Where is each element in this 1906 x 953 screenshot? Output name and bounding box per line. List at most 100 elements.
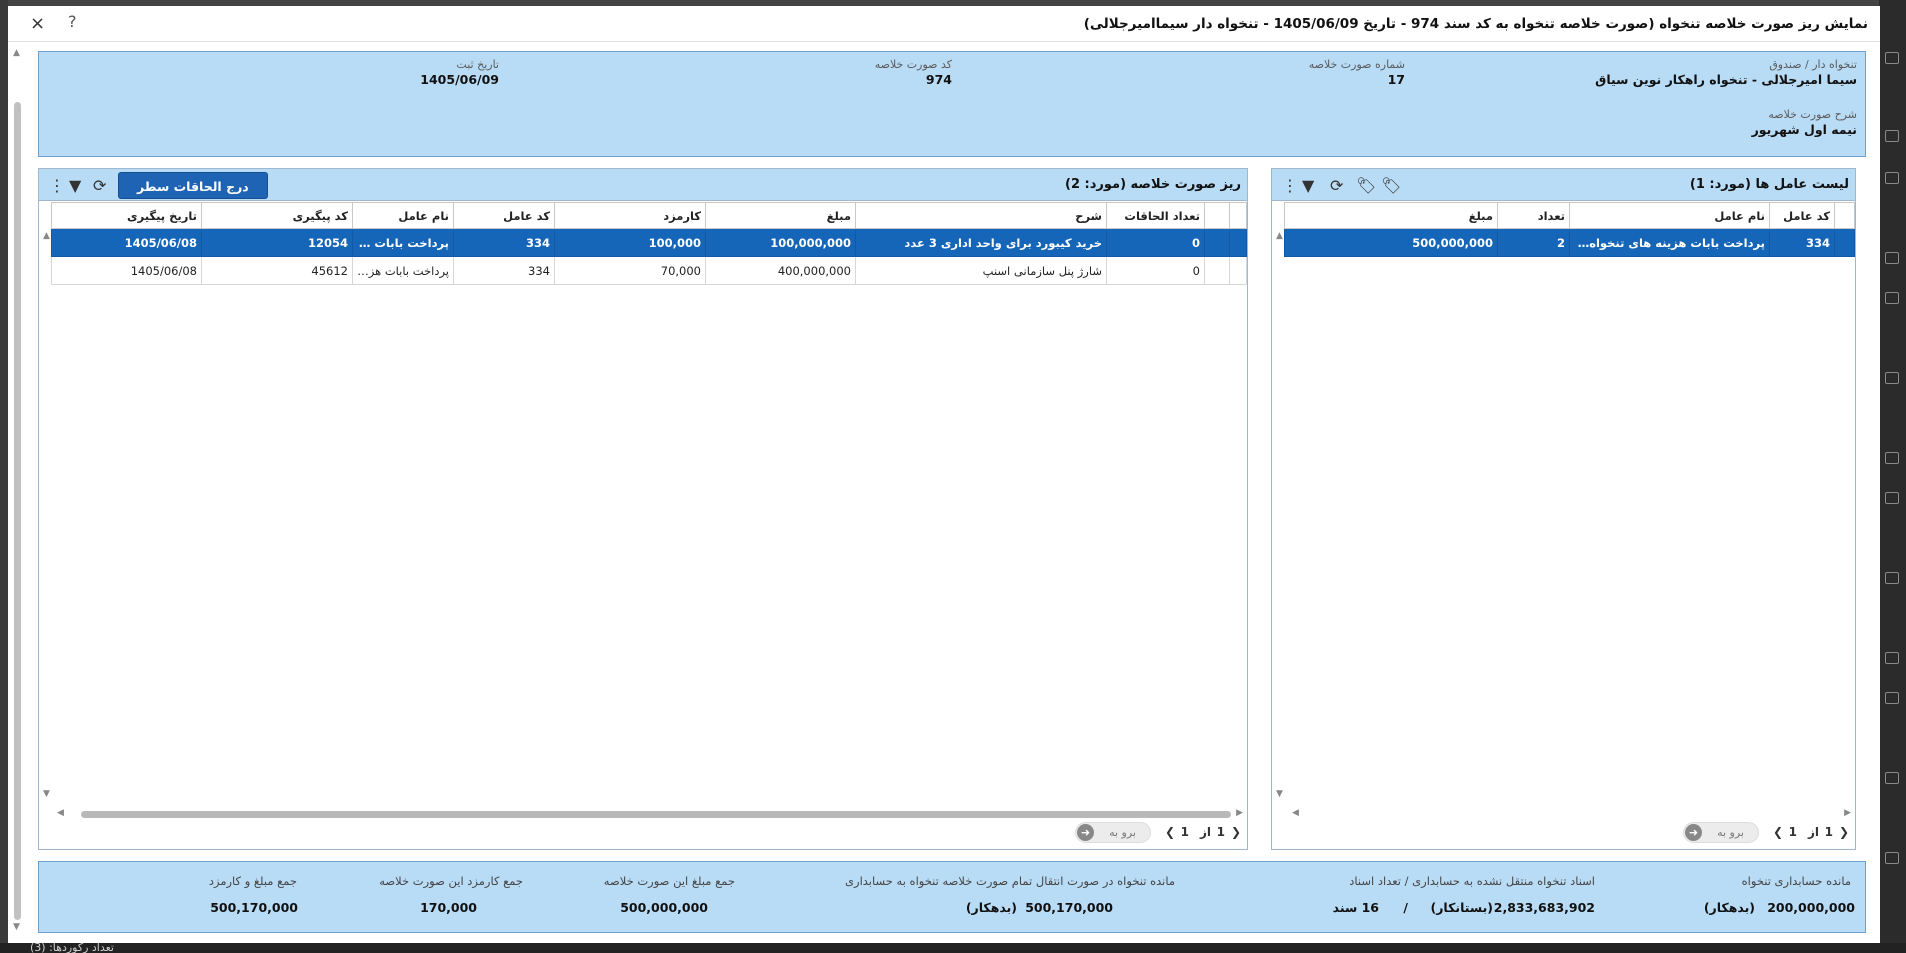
close-icon[interactable]: × <box>30 13 45 34</box>
insert-attachments-button[interactable]: درج الحاقات سطر <box>118 172 268 199</box>
count-cell[interactable]: 2 <box>1497 228 1570 257</box>
app-icon <box>1885 292 1899 304</box>
table-scroll-up-icon[interactable]: ▲ <box>43 231 50 241</box>
next-page-icon[interactable]: ❮ <box>1231 825 1241 839</box>
row-selector[interactable] <box>1229 228 1247 257</box>
help-icon[interactable]: ? <box>68 12 77 31</box>
tankhah-label: تنخواه دار / صندوق <box>1769 58 1857 71</box>
description-cell[interactable]: خرید کیبورد برای واحد اداری 3 عدد <box>855 228 1107 257</box>
goto-arrow-icon[interactable]: ➜ <box>1685 824 1702 841</box>
fee-cell[interactable]: 100,000 <box>554 228 706 257</box>
filter-icon[interactable]: ▼ <box>69 176 81 195</box>
summary-code-field: کد صورت خلاصه 974 <box>875 58 952 89</box>
column-header[interactable]: نام عامل <box>1569 202 1770 229</box>
agent-name-cell[interactable]: پرداخت بابات هزینه... <box>352 256 454 285</box>
prev-page-icon[interactable]: ❯ <box>1165 825 1175 839</box>
attachments-count-cell[interactable]: 0 <box>1106 228 1205 257</box>
agents-pager: ❮ 1 از 1 ❯ برو به ➜ <box>1655 820 1855 846</box>
summary-code-label: کد صورت خلاصه <box>874 58 952 71</box>
table-row[interactable]: 0 خرید کیبورد برای واحد اداری 3 عدد 100,… <box>51 228 1247 257</box>
details-pager: ❮ 1 از 1 ❯ برو به ➜ <box>1047 820 1247 846</box>
table-scroll-up-icon[interactable]: ▲ <box>1276 231 1283 241</box>
attachments-count-cell[interactable]: 0 <box>1106 256 1205 285</box>
untransferred-docs-type: (بستانکار) <box>1430 900 1494 915</box>
balance-label: مانده حسابداری تنخواه <box>1741 874 1851 888</box>
modal-vertical-scrollbar[interactable]: ▲ ▼ <box>12 48 23 934</box>
summary-number-field: شماره صورت خلاصه 17 <box>1309 58 1405 89</box>
totals-summary-box: مانده حسابداری تنخواه 200,000,000 (بدهکا… <box>38 861 1866 933</box>
refresh-icon[interactable]: ⟳ <box>1330 176 1343 195</box>
fee-cell[interactable]: 70,000 <box>554 256 706 285</box>
balance-value: 200,000,000 <box>1767 900 1855 915</box>
scroll-down-icon[interactable]: ▼ <box>13 922 20 932</box>
scroll-right-icon[interactable]: ▶ <box>1844 808 1851 818</box>
row-selector[interactable] <box>1204 256 1230 285</box>
agent-code-cell[interactable]: 334 <box>453 256 555 285</box>
column-header[interactable]: کد عامل <box>453 202 555 229</box>
scrollbar-thumb[interactable] <box>14 102 21 920</box>
app-icon <box>1885 172 1899 184</box>
amount-cell[interactable]: 100,000,000 <box>705 228 856 257</box>
column-header[interactable]: نام عامل <box>352 202 454 229</box>
description-cell[interactable]: شارژ پنل سازمانی اسنپ <box>855 256 1107 285</box>
next-page-icon[interactable]: ❮ <box>1839 825 1849 839</box>
agent-code-cell[interactable]: 334 <box>1769 228 1835 257</box>
column-header[interactable]: کد پیگیری <box>201 202 353 229</box>
tag-add-icon[interactable]: 🏷 <box>1381 176 1401 195</box>
app-icon <box>1885 692 1899 704</box>
agent-code-cell[interactable]: 334 <box>453 228 555 257</box>
table-row[interactable]: 0 شارژ پنل سازمانی اسنپ 400,000,000 70,0… <box>51 256 1247 285</box>
agents-table: کد عامل نام عامل تعداد مبلغ 334 پرداخت ب… <box>1284 202 1855 257</box>
goto-page-input[interactable]: برو به ➜ <box>1075 822 1151 843</box>
scroll-left-icon[interactable]: ◀ <box>57 808 64 818</box>
app-icon <box>1885 652 1899 664</box>
tag-icon[interactable]: 🏷 <box>1356 176 1376 195</box>
modal-dialog: نمایش ریز صورت خلاصه تنخواه (صورت خلاصه … <box>8 6 1880 943</box>
background-sidebar <box>1879 0 1906 953</box>
column-header[interactable]: مبلغ <box>1284 202 1498 229</box>
column-header[interactable]: تعداد الحاقات <box>1106 202 1205 229</box>
remaining-balance-type: (بدهکار) <box>965 900 1017 915</box>
row-selector[interactable] <box>1834 228 1855 257</box>
amount-cell[interactable]: 400,000,000 <box>705 256 856 285</box>
goto-page-input[interactable]: برو به ➜ <box>1683 822 1759 843</box>
table-row[interactable]: 334 پرداخت بابات هزینه های تنخواه داری 2… <box>1284 228 1855 257</box>
column-header[interactable]: تعداد <box>1497 202 1570 229</box>
mail-icon <box>1885 130 1899 142</box>
column-header[interactable]: کارمزد <box>554 202 706 229</box>
tracking-date-cell[interactable]: 1405/06/08 <box>51 256 202 285</box>
scrollbar-thumb[interactable] <box>81 811 1231 818</box>
scroll-left-icon[interactable]: ◀ <box>1292 808 1299 818</box>
column-header[interactable]: کد عامل <box>1769 202 1835 229</box>
more-options-icon[interactable]: ⋮ <box>49 176 65 195</box>
column-header[interactable]: تاریخ پیگیری <box>51 202 202 229</box>
sum-total-label: جمع مبلغ و کارمزد <box>208 874 297 888</box>
agents-panel: لیست عامل ها (مورد: 1) 🏷 🏷 ⟳ ▼ ⋮ کد عامل… <box>1271 168 1856 850</box>
background-left-strip <box>0 0 8 953</box>
amount-cell[interactable]: 500,000,000 <box>1284 228 1498 257</box>
column-header[interactable]: شرح <box>855 202 1107 229</box>
agent-name-cell[interactable]: پرداخت بابات هزینه های تنخواه داری <box>1569 228 1770 257</box>
prev-page-icon[interactable]: ❯ <box>1773 825 1783 839</box>
agents-panel-title: لیست عامل ها (مورد: 1) <box>1689 177 1849 192</box>
tracking-date-cell[interactable]: 1405/06/08 <box>51 228 202 257</box>
table-scroll-down-icon[interactable]: ▼ <box>1276 789 1283 799</box>
row-selector[interactable] <box>1204 228 1230 257</box>
description-field: شرح صورت خلاصه نیمه اول شهریور <box>1752 108 1857 139</box>
row-selector[interactable] <box>1229 256 1247 285</box>
summary-number-label: شماره صورت خلاصه <box>1308 58 1405 71</box>
table-scroll-down-icon[interactable]: ▼ <box>43 789 50 799</box>
agent-name-cell[interactable]: پرداخت بابات هزینه... <box>352 228 454 257</box>
tracking-code-cell[interactable]: 45612 <box>201 256 353 285</box>
scroll-right-icon[interactable]: ▶ <box>1236 808 1243 818</box>
page-of-label: از <box>1807 825 1819 839</box>
refresh-icon[interactable]: ⟳ <box>93 176 106 195</box>
tracking-code-cell[interactable]: 12054 <box>201 228 353 257</box>
scroll-up-icon[interactable]: ▲ <box>13 48 20 58</box>
goto-arrow-icon[interactable]: ➜ <box>1077 824 1094 841</box>
column-header[interactable]: مبلغ <box>705 202 856 229</box>
details-table: تعداد الحاقات شرح مبلغ کارمزد کد عامل نا… <box>51 202 1247 285</box>
filter-icon[interactable]: ▼ <box>1302 176 1314 195</box>
more-options-icon[interactable]: ⋮ <box>1282 176 1298 195</box>
summary-number-value: 17 <box>1387 72 1405 87</box>
